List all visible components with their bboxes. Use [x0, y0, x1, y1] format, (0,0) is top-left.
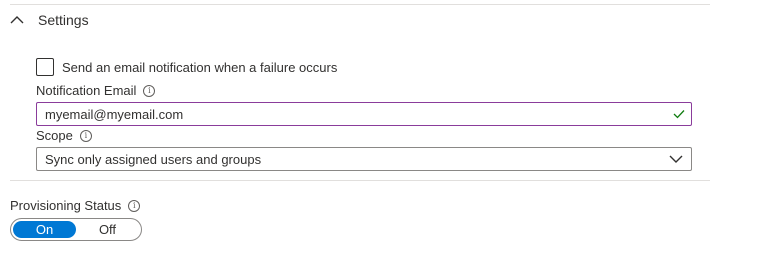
settings-section-title: Settings — [38, 12, 89, 28]
email-notification-checkbox[interactable] — [36, 58, 54, 76]
email-notification-option: Send an email notification when a failur… — [36, 58, 337, 76]
notification-email-label: Notification Email — [36, 83, 137, 98]
notification-email-field[interactable]: myemail@myemail.com — [36, 102, 692, 126]
provisioning-status-label-row: Provisioning Status i — [10, 198, 141, 213]
checkmark-icon — [673, 110, 685, 119]
scope-label: Scope — [36, 128, 73, 143]
chevron-up-icon — [10, 16, 24, 24]
info-icon[interactable]: i — [128, 199, 141, 212]
info-icon[interactable]: i — [143, 84, 156, 97]
toggle-on-option[interactable]: On — [13, 221, 76, 238]
scope-selected-value: Sync only assigned users and groups — [45, 151, 262, 167]
notification-email-label-row: Notification Email i — [36, 83, 156, 98]
notification-email-value: myemail@myemail.com — [45, 106, 184, 122]
scope-label-row: Scope i — [36, 128, 92, 143]
info-icon[interactable]: i — [79, 129, 92, 142]
provisioning-status-label: Provisioning Status — [10, 198, 122, 213]
provisioning-status-toggle[interactable]: On Off — [10, 218, 142, 241]
toggle-off-option[interactable]: Off — [76, 221, 139, 238]
settings-section-header[interactable]: Settings — [10, 8, 89, 32]
email-notification-label: Send an email notification when a failur… — [62, 59, 338, 75]
chevron-down-icon — [669, 155, 683, 163]
scope-dropdown[interactable]: Sync only assigned users and groups — [36, 147, 692, 171]
